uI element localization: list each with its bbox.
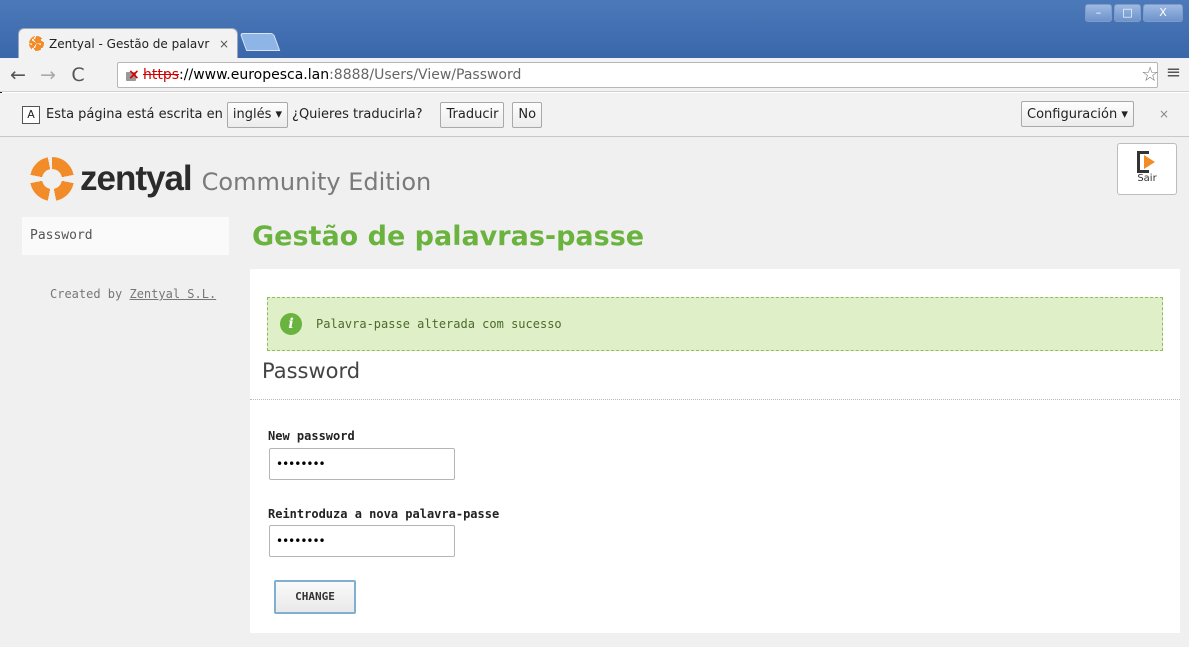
- info-icon: i: [280, 313, 302, 335]
- address-bar[interactable]: × https://www.europesca.lan:8888/Users/V…: [117, 62, 1158, 88]
- logout-label: Sair: [1137, 173, 1157, 184]
- logo-wordmark: zentyal: [80, 159, 193, 198]
- repeat-password-field[interactable]: ••••••••: [269, 525, 455, 557]
- translate-message: Esta página está escrita en: [46, 107, 223, 122]
- no-translate-button[interactable]: No: [512, 101, 543, 128]
- section-title: Password: [262, 359, 361, 383]
- zentyal-logo[interactable]: zentyal Community Edition: [30, 157, 431, 201]
- logout-button[interactable]: Sair: [1117, 143, 1177, 195]
- bookmark-star-icon[interactable]: ☆: [1141, 62, 1159, 86]
- page-title: Gestão de palavras-passe: [252, 221, 645, 252]
- notice-text: Palavra-passe alterada com sucesso: [316, 317, 562, 331]
- language-select[interactable]: inglés ▾: [226, 101, 289, 128]
- credit-link[interactable]: Zentyal S.L.: [129, 287, 216, 301]
- tab-title: Zentyal - Gestão de palavr: [49, 36, 210, 51]
- maximize-button[interactable]: □: [1114, 4, 1141, 22]
- forward-arrow-icon[interactable]: →: [36, 64, 60, 86]
- translate-bar: A Esta página está escrita en inglés ▾ ¿…: [0, 93, 1189, 137]
- tab-close-icon[interactable]: ×: [219, 37, 229, 51]
- sidebar-item-password[interactable]: Password: [22, 217, 229, 255]
- translate-settings-button[interactable]: Configuración ▾: [1021, 101, 1134, 127]
- title-bar: Zentyal - Gestão de palavr × – □ X: [0, 0, 1189, 58]
- new-password-field[interactable]: ••••••••: [269, 448, 455, 480]
- zentyal-favicon-icon: [29, 36, 44, 51]
- minimize-button[interactable]: –: [1085, 4, 1112, 22]
- logout-icon: [1137, 151, 1157, 173]
- translate-icon: A: [22, 105, 40, 124]
- logo-edition: Community Edition: [201, 168, 432, 196]
- zentyal-logo-icon: [30, 157, 74, 201]
- url-text: https://www.europesca.lan:8888/Users/Vie…: [143, 67, 522, 83]
- password-panel: i Palavra-passe alterada com sucesso Pas…: [250, 269, 1180, 633]
- repeat-password-label: Reintroduza a nova palavra-passe: [268, 507, 500, 521]
- hamburger-menu-icon[interactable]: ≡: [1166, 62, 1181, 83]
- credit-text: Created by Zentyal S.L.: [50, 287, 217, 301]
- new-password-label: New password: [268, 429, 355, 443]
- change-button[interactable]: CHANGE: [274, 580, 356, 614]
- translate-close-icon[interactable]: ×: [1159, 107, 1169, 121]
- broken-lock-icon[interactable]: ×: [124, 67, 140, 83]
- browser-tab[interactable]: Zentyal - Gestão de palavr ×: [18, 28, 238, 58]
- page-content: zentyal Community Edition Sair Password …: [0, 137, 1189, 647]
- translate-question: ¿Quieres traducirla?: [292, 107, 423, 122]
- browser-toolbar: ← → C × https://www.europesca.lan:8888/U…: [0, 58, 1189, 92]
- translate-button[interactable]: Traducir: [440, 101, 505, 128]
- new-tab-button[interactable]: [239, 33, 281, 51]
- success-notice: i Palavra-passe alterada com sucesso: [267, 297, 1163, 351]
- back-arrow-icon[interactable]: ←: [6, 64, 30, 86]
- reload-icon[interactable]: C: [66, 64, 90, 86]
- window-controls: – □ X: [1085, 4, 1183, 22]
- close-window-button[interactable]: X: [1143, 4, 1183, 22]
- divider: [250, 399, 1180, 400]
